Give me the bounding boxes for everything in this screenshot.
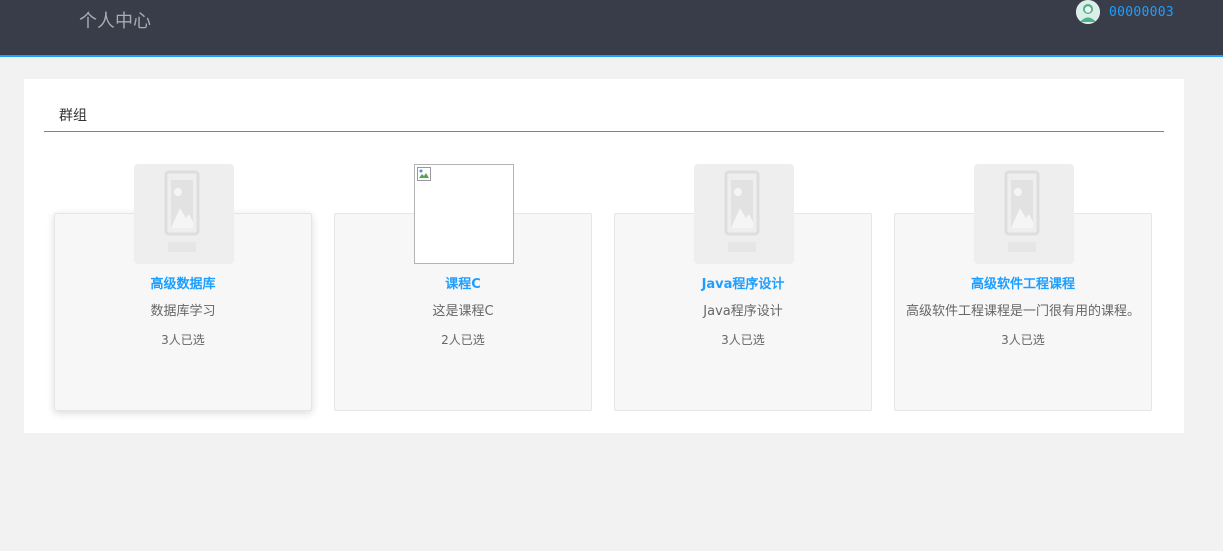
course-description: 数据库学习 [150, 304, 216, 319]
course-description: Java程序设计 [703, 304, 783, 319]
course-enrolled-count: 3人已选 [161, 333, 205, 347]
broken-image-icon [414, 164, 514, 264]
panel-title-bar: 群组 [44, 103, 1164, 132]
course-image-placeholder-icon [134, 164, 234, 264]
course-name[interactable]: 课程C [335, 273, 591, 292]
course-image-placeholder-icon [974, 164, 1074, 264]
username-link[interactable]: 00000003 [1109, 5, 1174, 20]
course-name[interactable]: 高级数据库 [55, 273, 311, 292]
course-enrolled-count: 3人已选 [1001, 333, 1045, 347]
course-enrolled-count: 2人已选 [441, 333, 485, 347]
user-avatar-icon[interactable] [1075, 0, 1100, 24]
panel-title: 群组 [59, 108, 87, 124]
page-title: 个人中心 [79, 11, 151, 32]
course-card[interactable]: Java程序设计 Java程序设计 3人已选 [614, 164, 872, 411]
group-panel: 群组 高级数据库 数据库学习 3人已选 课程C 这是课程C 2人已选 Java程… [24, 79, 1184, 433]
course-enrolled-count: 3人已选 [721, 333, 765, 347]
top-header: 个人中心 00000003 [0, 0, 1223, 57]
course-card[interactable]: 高级软件工程课程 高级软件工程课程是一门很有用的课程。 3人已选 [894, 164, 1152, 411]
user-menu[interactable]: 00000003 [1075, 0, 1174, 24]
course-description: 这是课程C [432, 304, 494, 319]
course-name[interactable]: Java程序设计 [615, 273, 871, 292]
course-name[interactable]: 高级软件工程课程 [895, 273, 1151, 292]
course-card[interactable]: 课程C 这是课程C 2人已选 [334, 164, 592, 411]
course-image-placeholder-icon [694, 164, 794, 264]
course-card[interactable]: 高级数据库 数据库学习 3人已选 [54, 164, 312, 411]
course-description: 高级软件工程课程是一门很有用的课程。 [905, 304, 1140, 319]
